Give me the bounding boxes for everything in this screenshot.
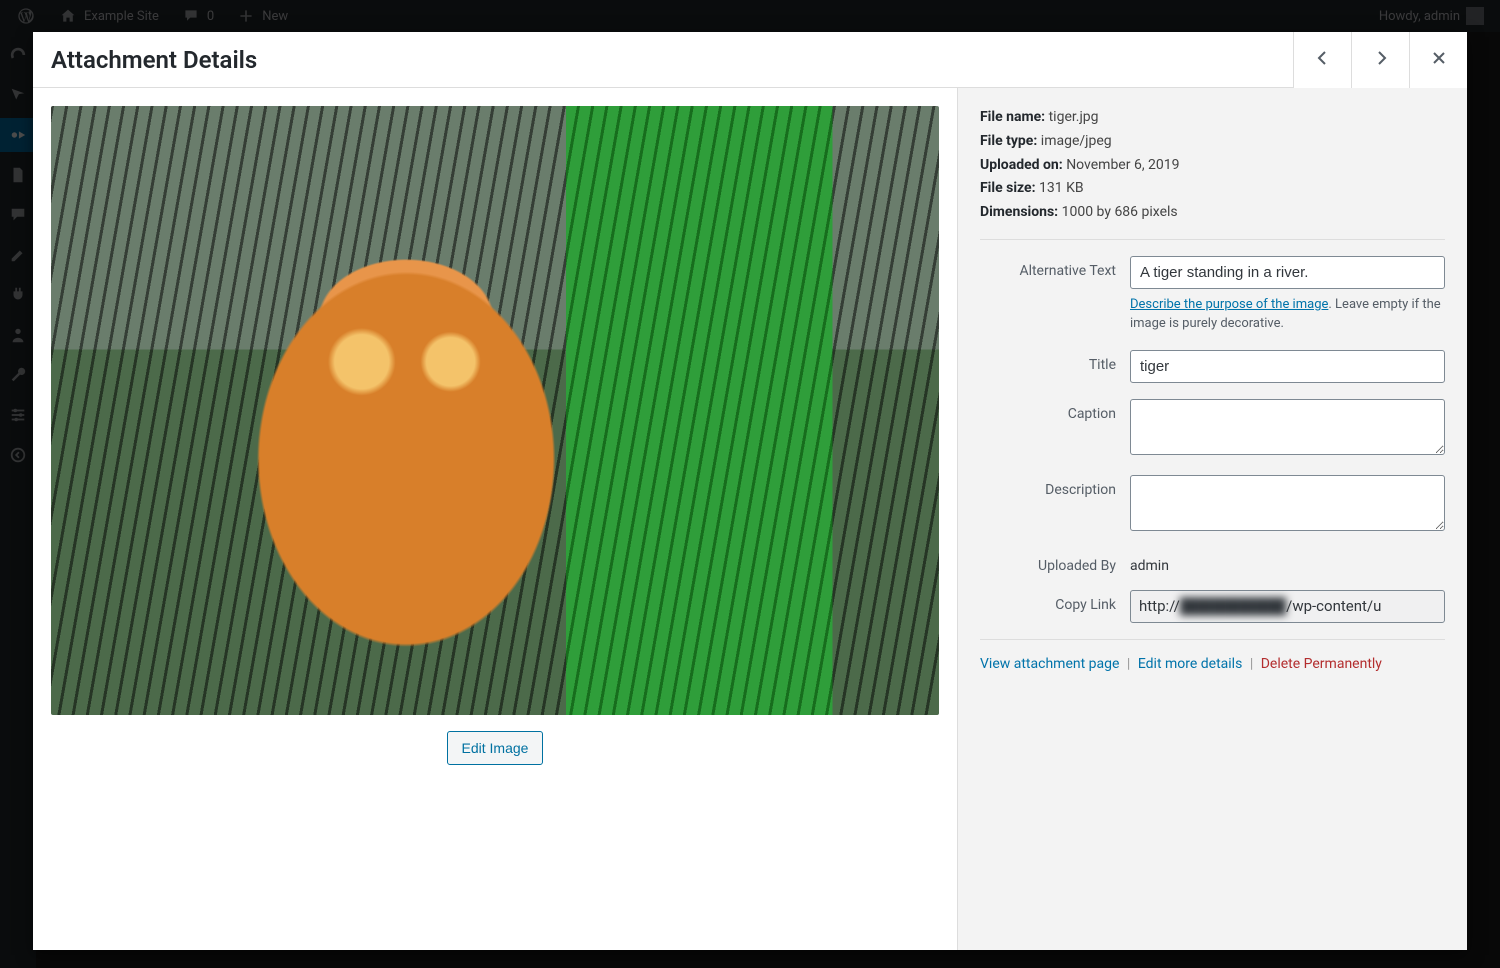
edit-more-details-link[interactable]: Edit more details bbox=[1138, 656, 1243, 672]
meta-file-name: tiger.jpg bbox=[1049, 109, 1099, 125]
uploaded-by-value: admin bbox=[1130, 551, 1445, 574]
delete-permanently-link[interactable]: Delete Permanently bbox=[1261, 656, 1382, 672]
meta-dimensions: 1000 by 686 pixels bbox=[1062, 204, 1178, 220]
meta-uploaded-on-label: Uploaded on: bbox=[980, 157, 1063, 173]
meta-file-type: image/jpeg bbox=[1041, 133, 1112, 149]
caption-label: Caption bbox=[980, 399, 1130, 422]
separator: | bbox=[1246, 656, 1257, 672]
attachment-actions: View attachment page | Edit more details… bbox=[980, 656, 1445, 672]
title-input[interactable] bbox=[1130, 350, 1445, 383]
meta-file-size-label: File size: bbox=[980, 180, 1036, 196]
close-icon bbox=[1429, 48, 1449, 71]
alt-text-input[interactable] bbox=[1130, 256, 1445, 289]
alt-text-label: Alternative Text bbox=[980, 256, 1130, 279]
attachment-image bbox=[51, 106, 939, 715]
modal-side-pane: File name: tiger.jpg File type: image/jp… bbox=[957, 88, 1467, 950]
uploaded-by-label: Uploaded By bbox=[980, 551, 1130, 574]
meta-file-size: 131 KB bbox=[1039, 180, 1084, 196]
attachment-details-modal: Attachment Details bbox=[33, 32, 1467, 950]
attachment-preview bbox=[51, 106, 939, 715]
divider bbox=[980, 239, 1445, 240]
copy-link-label: Copy Link bbox=[980, 590, 1130, 613]
modal-main-pane: Edit Image bbox=[33, 88, 957, 950]
alt-text-hint-link[interactable]: Describe the purpose of the image bbox=[1130, 297, 1328, 312]
meta-file-type-label: File type: bbox=[980, 133, 1037, 149]
meta-file-name-label: File name: bbox=[980, 109, 1045, 125]
copy-link-input[interactable] bbox=[1130, 590, 1445, 623]
description-label: Description bbox=[980, 475, 1130, 498]
attachment-meta: File name: tiger.jpg File type: image/jp… bbox=[980, 106, 1445, 225]
divider bbox=[980, 639, 1445, 640]
meta-uploaded-on: November 6, 2019 bbox=[1066, 157, 1179, 173]
meta-dimensions-label: Dimensions: bbox=[980, 204, 1058, 220]
caption-input[interactable] bbox=[1130, 399, 1445, 455]
chevron-left-icon bbox=[1313, 48, 1333, 71]
modal-header: Attachment Details bbox=[33, 32, 1467, 88]
view-attachment-page-link[interactable]: View attachment page bbox=[980, 656, 1119, 672]
description-input[interactable] bbox=[1130, 475, 1445, 531]
chevron-right-icon bbox=[1371, 48, 1391, 71]
title-label: Title bbox=[980, 350, 1130, 373]
edit-image-button[interactable]: Edit Image bbox=[447, 731, 544, 765]
modal-title: Attachment Details bbox=[51, 46, 257, 74]
prev-attachment-button[interactable] bbox=[1293, 32, 1351, 88]
separator: | bbox=[1123, 656, 1134, 672]
next-attachment-button[interactable] bbox=[1351, 32, 1409, 88]
alt-text-hint: Describe the purpose of the image. Leave… bbox=[1130, 295, 1445, 334]
close-modal-button[interactable] bbox=[1409, 32, 1467, 88]
